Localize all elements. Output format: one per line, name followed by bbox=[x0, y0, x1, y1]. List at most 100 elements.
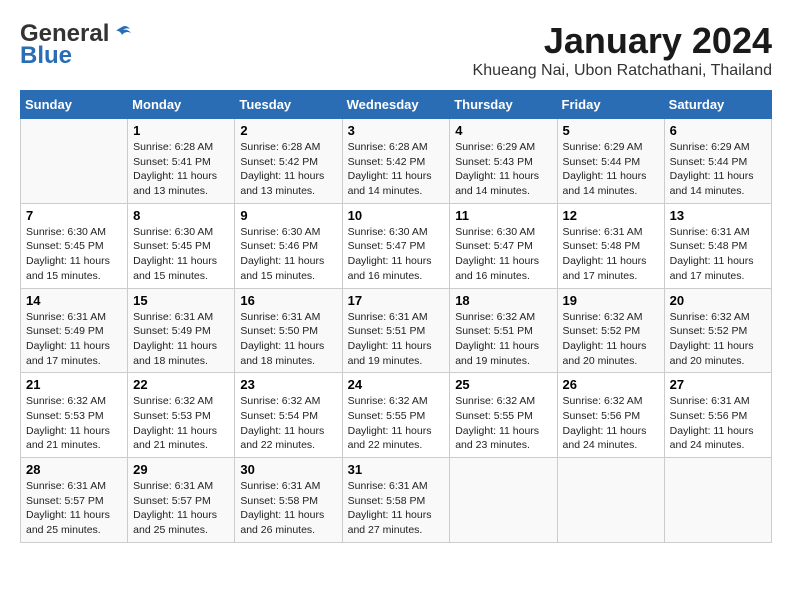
cell-sun-info: Sunrise: 6:32 AMSunset: 5:55 PMDaylight:… bbox=[348, 394, 445, 453]
cell-sun-info: Sunrise: 6:31 AMSunset: 5:49 PMDaylight:… bbox=[26, 310, 122, 369]
day-number: 5 bbox=[563, 123, 659, 138]
day-number: 24 bbox=[348, 377, 445, 392]
day-number: 18 bbox=[455, 293, 551, 308]
calendar-cell: 8Sunrise: 6:30 AMSunset: 5:45 PMDaylight… bbox=[128, 203, 235, 288]
day-number: 12 bbox=[563, 208, 659, 223]
calendar-cell: 11 Sunrise: 6:30 AMSunset: 5:47 PMDayligh… bbox=[450, 203, 557, 288]
cell-sun-info: Sunrise: 6:30 AMSunset: 5:46 PMDaylight:… bbox=[240, 225, 336, 284]
calendar-cell bbox=[450, 458, 557, 543]
calendar-cell: 27 Sunrise: 6:31 AMSunset: 5:56 PMDayligh… bbox=[664, 373, 771, 458]
day-number: 11 bbox=[455, 208, 551, 223]
weekday-header-friday: Friday bbox=[557, 91, 664, 119]
cell-sun-info: Sunrise: 6:32 AMSunset: 5:52 PMDaylight:… bbox=[563, 310, 659, 369]
day-number: 9 bbox=[240, 208, 336, 223]
cell-sun-info: Sunrise: 6:32 AMSunset: 5:52 PMDaylight:… bbox=[670, 310, 766, 369]
cell-sun-info: Sunrise: 6:31 AMSunset: 5:49 PMDaylight:… bbox=[133, 310, 229, 369]
calendar-cell bbox=[21, 119, 128, 204]
calendar-cell: 10Sunrise: 6:30 AMSunset: 5:47 PMDayligh… bbox=[342, 203, 450, 288]
day-number: 27 bbox=[670, 377, 766, 392]
page-header: General Blue January 2024 Khueang Nai, U… bbox=[20, 20, 772, 80]
cell-sun-info: Sunrise: 6:31 AMSunset: 5:57 PMDaylight:… bbox=[133, 479, 229, 538]
day-number: 8 bbox=[133, 208, 229, 223]
day-number: 22 bbox=[133, 377, 229, 392]
calendar-cell: 17 Sunrise: 6:31 AMSunset: 5:51 PMDayligh… bbox=[342, 288, 450, 373]
cell-sun-info: Sunrise: 6:32 AMSunset: 5:56 PMDaylight:… bbox=[563, 394, 659, 453]
cell-sun-info: Sunrise: 6:30 AMSunset: 5:47 PMDaylight:… bbox=[348, 225, 445, 284]
day-number: 7 bbox=[26, 208, 122, 223]
calendar-subtitle: Khueang Nai, Ubon Ratchathani, Thailand bbox=[473, 62, 772, 80]
calendar-cell: 1 Sunrise: 6:28 AMSunset: 5:41 PMDaylight… bbox=[128, 119, 235, 204]
cell-sun-info: Sunrise: 6:32 AMSunset: 5:53 PMDaylight:… bbox=[26, 394, 122, 453]
day-number: 30 bbox=[240, 462, 336, 477]
calendar-cell: 15 Sunrise: 6:31 AMSunset: 5:49 PMDayligh… bbox=[128, 288, 235, 373]
calendar-week-row: 28Sunrise: 6:31 AMSunset: 5:57 PMDayligh… bbox=[21, 458, 772, 543]
weekday-header-thursday: Thursday bbox=[450, 91, 557, 119]
cell-sun-info: Sunrise: 6:28 AMSunset: 5:41 PMDaylight:… bbox=[133, 140, 229, 199]
day-number: 3 bbox=[348, 123, 445, 138]
day-number: 26 bbox=[563, 377, 659, 392]
cell-sun-info: Sunrise: 6:29 AMSunset: 5:44 PMDaylight:… bbox=[670, 140, 766, 199]
day-number: 4 bbox=[455, 123, 551, 138]
calendar-cell bbox=[557, 458, 664, 543]
calendar-cell: 30 Sunrise: 6:31 AMSunset: 5:58 PMDayligh… bbox=[235, 458, 342, 543]
day-number: 16 bbox=[240, 293, 336, 308]
day-number: 2 bbox=[240, 123, 336, 138]
calendar-cell: 21 Sunrise: 6:32 AMSunset: 5:53 PMDayligh… bbox=[21, 373, 128, 458]
calendar-cell: 14 Sunrise: 6:31 AMSunset: 5:49 PMDayligh… bbox=[21, 288, 128, 373]
weekday-header-wednesday: Wednesday bbox=[342, 91, 450, 119]
cell-sun-info: Sunrise: 6:32 AMSunset: 5:53 PMDaylight:… bbox=[133, 394, 229, 453]
cell-sun-info: Sunrise: 6:31 AMSunset: 5:50 PMDaylight:… bbox=[240, 310, 336, 369]
logo-bird-icon bbox=[111, 23, 133, 45]
cell-sun-info: Sunrise: 6:31 AMSunset: 5:48 PMDaylight:… bbox=[563, 225, 659, 284]
weekday-header-saturday: Saturday bbox=[664, 91, 771, 119]
cell-sun-info: Sunrise: 6:28 AMSunset: 5:42 PMDaylight:… bbox=[240, 140, 336, 199]
weekday-header-tuesday: Tuesday bbox=[235, 91, 342, 119]
day-number: 29 bbox=[133, 462, 229, 477]
logo: General Blue bbox=[20, 20, 133, 70]
calendar-week-row: 1 Sunrise: 6:28 AMSunset: 5:41 PMDaylight… bbox=[21, 119, 772, 204]
day-number: 14 bbox=[26, 293, 122, 308]
calendar-cell: 28Sunrise: 6:31 AMSunset: 5:57 PMDayligh… bbox=[21, 458, 128, 543]
weekday-header-row: SundayMondayTuesdayWednesdayThursdayFrid… bbox=[21, 91, 772, 119]
weekday-header-sunday: Sunday bbox=[21, 91, 128, 119]
calendar-week-row: 14 Sunrise: 6:31 AMSunset: 5:49 PMDayligh… bbox=[21, 288, 772, 373]
cell-sun-info: Sunrise: 6:32 AMSunset: 5:54 PMDaylight:… bbox=[240, 394, 336, 453]
cell-sun-info: Sunrise: 6:30 AMSunset: 5:47 PMDaylight:… bbox=[455, 225, 551, 284]
calendar-cell: 25 Sunrise: 6:32 AMSunset: 5:55 PMDayligh… bbox=[450, 373, 557, 458]
calendar-cell: 20 Sunrise: 6:32 AMSunset: 5:52 PMDayligh… bbox=[664, 288, 771, 373]
calendar-cell: 2 Sunrise: 6:28 AMSunset: 5:42 PMDaylight… bbox=[235, 119, 342, 204]
cell-sun-info: Sunrise: 6:31 AMSunset: 5:58 PMDaylight:… bbox=[240, 479, 336, 538]
calendar-cell: 24 Sunrise: 6:32 AMSunset: 5:55 PMDayligh… bbox=[342, 373, 450, 458]
calendar-cell: 16 Sunrise: 6:31 AMSunset: 5:50 PMDayligh… bbox=[235, 288, 342, 373]
cell-sun-info: Sunrise: 6:29 AMSunset: 5:44 PMDaylight:… bbox=[563, 140, 659, 199]
calendar-cell: 12 Sunrise: 6:31 AMSunset: 5:48 PMDayligh… bbox=[557, 203, 664, 288]
calendar-cell: 22 Sunrise: 6:32 AMSunset: 5:53 PMDayligh… bbox=[128, 373, 235, 458]
cell-sun-info: Sunrise: 6:30 AMSunset: 5:45 PMDaylight:… bbox=[26, 225, 122, 284]
cell-sun-info: Sunrise: 6:31 AMSunset: 5:56 PMDaylight:… bbox=[670, 394, 766, 453]
day-number: 23 bbox=[240, 377, 336, 392]
day-number: 21 bbox=[26, 377, 122, 392]
calendar-cell: 3 Sunrise: 6:28 AMSunset: 5:42 PMDaylight… bbox=[342, 119, 450, 204]
day-number: 1 bbox=[133, 123, 229, 138]
cell-sun-info: Sunrise: 6:31 AMSunset: 5:48 PMDaylight:… bbox=[670, 225, 766, 284]
cell-sun-info: Sunrise: 6:28 AMSunset: 5:42 PMDaylight:… bbox=[348, 140, 445, 199]
cell-sun-info: Sunrise: 6:31 AMSunset: 5:51 PMDaylight:… bbox=[348, 310, 445, 369]
day-number: 20 bbox=[670, 293, 766, 308]
calendar-table: SundayMondayTuesdayWednesdayThursdayFrid… bbox=[20, 90, 772, 543]
calendar-cell: 6Sunrise: 6:29 AMSunset: 5:44 PMDaylight… bbox=[664, 119, 771, 204]
weekday-header-monday: Monday bbox=[128, 91, 235, 119]
cell-sun-info: Sunrise: 6:32 AMSunset: 5:55 PMDaylight:… bbox=[455, 394, 551, 453]
calendar-cell: 4Sunrise: 6:29 AMSunset: 5:43 PMDaylight… bbox=[450, 119, 557, 204]
calendar-cell: 7 Sunrise: 6:30 AMSunset: 5:45 PMDaylight… bbox=[21, 203, 128, 288]
day-number: 31 bbox=[348, 462, 445, 477]
day-number: 25 bbox=[455, 377, 551, 392]
calendar-cell: 5 Sunrise: 6:29 AMSunset: 5:44 PMDaylight… bbox=[557, 119, 664, 204]
day-number: 13 bbox=[670, 208, 766, 223]
calendar-cell: 26 Sunrise: 6:32 AMSunset: 5:56 PMDayligh… bbox=[557, 373, 664, 458]
day-number: 17 bbox=[348, 293, 445, 308]
title-block: January 2024 Khueang Nai, Ubon Ratchatha… bbox=[473, 20, 772, 80]
cell-sun-info: Sunrise: 6:31 AMSunset: 5:58 PMDaylight:… bbox=[348, 479, 445, 538]
calendar-cell bbox=[664, 458, 771, 543]
calendar-cell: 19Sunrise: 6:32 AMSunset: 5:52 PMDayligh… bbox=[557, 288, 664, 373]
day-number: 15 bbox=[133, 293, 229, 308]
